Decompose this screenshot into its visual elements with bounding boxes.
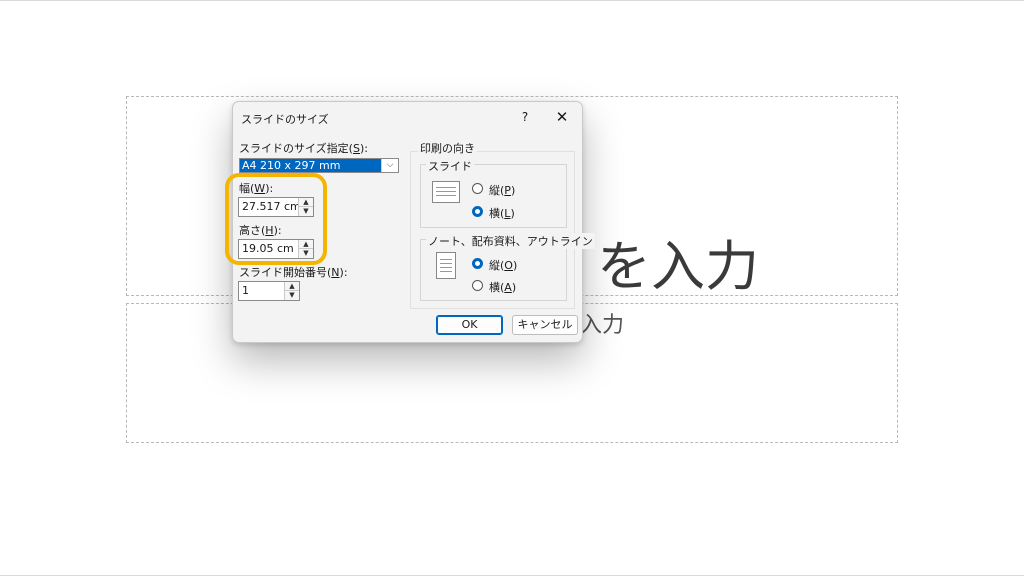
- width-spin-buttons[interactable]: ▲ ▼: [298, 198, 313, 216]
- height-label-text: 高さ(: [239, 224, 266, 237]
- spin-up-icon[interactable]: ▲: [299, 240, 313, 249]
- size-preset-accesskey: S: [352, 142, 360, 155]
- width-value: 27.517 cm: [242, 200, 301, 213]
- height-spinbox[interactable]: 19.05 cm ▲ ▼: [238, 239, 314, 259]
- notes-landscape-text: 横(: [489, 281, 505, 294]
- notes-orientation-label: ノート、配布資料、アウトライン: [426, 233, 595, 249]
- slide-portrait-radio[interactable]: [472, 183, 483, 194]
- width-label-end: ):: [265, 182, 274, 195]
- slide-landscape-label: 横(L): [489, 205, 515, 221]
- dialog-title: スライドのサイズ: [241, 113, 329, 126]
- slide-portrait-accesskey: P: [504, 184, 511, 197]
- notes-landscape-label: 横(A): [489, 279, 516, 295]
- close-button[interactable]: ✕: [551, 107, 573, 127]
- spin-up-icon[interactable]: ▲: [285, 282, 299, 291]
- start-number-spin-buttons[interactable]: ▲ ▼: [284, 282, 299, 300]
- width-accesskey: W: [254, 182, 266, 195]
- landscape-page-icon: [432, 181, 460, 203]
- start-number-label: スライド開始番号(N):: [239, 264, 348, 280]
- slide-canvas: を入力 入力 スライドのサイズ ? ✕ スライドのサイズ指定(S): A4 21…: [0, 0, 1024, 576]
- size-preset-label: スライドのサイズ指定(S):: [239, 140, 368, 156]
- ok-button[interactable]: OK: [436, 315, 503, 335]
- slide-landscape-end: ): [510, 207, 515, 220]
- slide-orientation-label: スライド: [426, 158, 474, 174]
- chevron-down-icon[interactable]: ⌵: [381, 159, 398, 172]
- notes-portrait-label: 縦(O): [489, 257, 517, 273]
- slide-landscape-text: 横(: [489, 207, 505, 220]
- slide-portrait-end: ): [510, 184, 516, 197]
- height-accesskey: H: [265, 224, 274, 237]
- size-preset-value: A4 210 x 297 mm: [240, 159, 382, 172]
- notes-portrait-text: 縦(: [489, 259, 505, 272]
- spin-up-icon[interactable]: ▲: [299, 198, 313, 207]
- spin-down-icon[interactable]: ▼: [299, 249, 313, 258]
- start-number-label-text: スライド開始番号(: [239, 266, 332, 279]
- title-placeholder-text: を入力: [597, 235, 759, 298]
- size-preset-select[interactable]: A4 210 x 297 mm ⌵: [239, 158, 399, 173]
- slide-portrait-label: 縦(P): [489, 182, 515, 198]
- start-number-spinbox[interactable]: 1 ▲ ▼: [238, 281, 300, 301]
- notes-landscape-end: ): [511, 281, 517, 294]
- subtitle-placeholder-text: 入力: [580, 313, 625, 338]
- height-spin-buttons[interactable]: ▲ ▼: [298, 240, 313, 258]
- size-preset-label-text: スライドのサイズ指定(: [239, 142, 353, 155]
- slide-landscape-radio[interactable]: [472, 206, 483, 217]
- width-label: 幅(W):: [239, 180, 273, 196]
- cancel-button[interactable]: キャンセル: [512, 315, 578, 335]
- height-label-end: ):: [273, 224, 282, 237]
- help-button[interactable]: ?: [515, 107, 535, 127]
- portrait-page-icon: [436, 252, 456, 279]
- width-spinbox[interactable]: 27.517 cm ▲ ▼: [238, 197, 314, 217]
- notes-portrait-end: ): [512, 259, 518, 272]
- slide-size-dialog: スライドのサイズ ? ✕ スライドのサイズ指定(S): A4 210 x 297…: [232, 101, 595, 343]
- spin-down-icon[interactable]: ▼: [299, 207, 313, 216]
- start-number-accesskey: N: [331, 266, 340, 279]
- width-label-text: 幅(: [239, 182, 255, 195]
- height-value: 19.05 cm: [242, 242, 294, 255]
- notes-landscape-radio[interactable]: [472, 280, 483, 291]
- size-preset-label-end: ):: [359, 142, 368, 155]
- notes-landscape-accesskey: A: [504, 281, 512, 294]
- notes-portrait-radio[interactable]: [472, 258, 483, 269]
- orientation-group-label: 印刷の向き: [418, 140, 477, 156]
- notes-portrait-accesskey: O: [504, 259, 513, 272]
- spin-down-icon[interactable]: ▼: [285, 291, 299, 300]
- height-label: 高さ(H):: [239, 222, 282, 238]
- start-number-value: 1: [242, 284, 249, 297]
- slide-portrait-text: 縦(: [489, 184, 505, 197]
- start-number-label-end: ):: [339, 266, 348, 279]
